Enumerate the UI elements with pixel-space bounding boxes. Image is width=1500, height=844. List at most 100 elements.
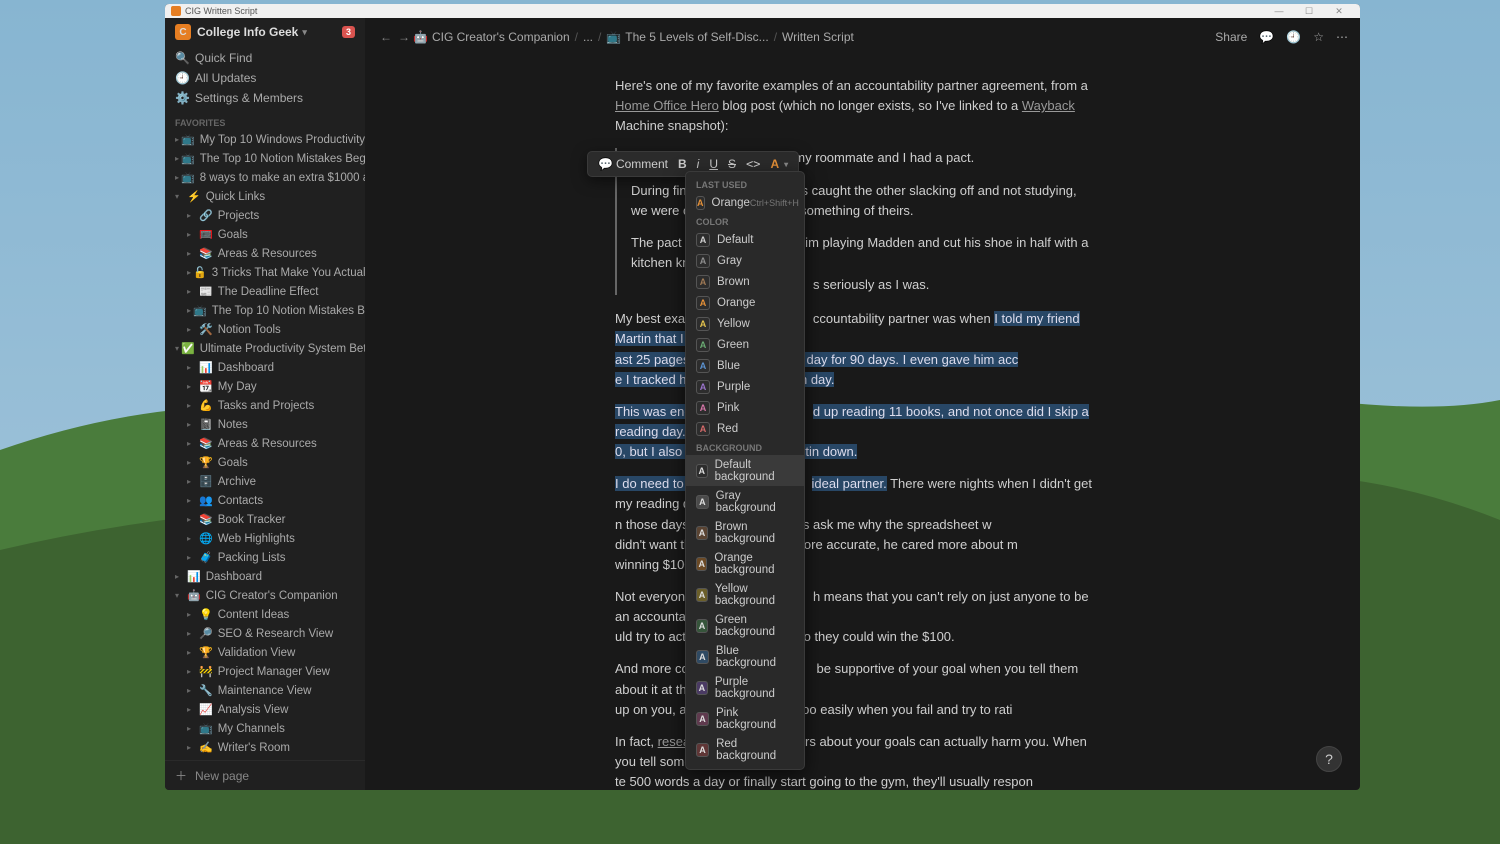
- toggle-icon[interactable]: ▸: [175, 154, 179, 163]
- sidebar-item[interactable]: ▸📊Dashboard: [165, 567, 365, 586]
- sidebar-item[interactable]: ▸🥅Goals: [165, 225, 365, 244]
- sidebar-item[interactable]: ▸📺The Top 10 Notion Mistakes Begin...: [165, 149, 365, 168]
- toggle-icon[interactable]: ▸: [175, 173, 179, 182]
- all-updates[interactable]: 🕘All Updates: [165, 68, 365, 88]
- sidebar-item[interactable]: ▸🌐Web Highlights: [165, 529, 365, 548]
- link[interactable]: Home Office Hero: [615, 98, 719, 113]
- color-option[interactable]: AGray background: [686, 486, 804, 517]
- toggle-icon[interactable]: ▸: [187, 211, 197, 220]
- toggle-icon[interactable]: ▸: [187, 648, 197, 657]
- nav-forward[interactable]: →: [395, 30, 413, 44]
- toggle-icon[interactable]: ▸: [187, 230, 197, 239]
- color-option[interactable]: ABlue background: [686, 641, 804, 672]
- toggle-icon[interactable]: ▸: [187, 382, 197, 391]
- toggle-icon[interactable]: ▸: [187, 401, 197, 410]
- toggle-icon[interactable]: ▸: [187, 306, 191, 315]
- toggle-icon[interactable]: ▾: [175, 591, 185, 600]
- sidebar-item[interactable]: ▸🔧Maintenance View: [165, 681, 365, 700]
- sidebar-item[interactable]: ▸✍️Writer's Room: [165, 738, 365, 757]
- toggle-icon[interactable]: ▸: [187, 268, 191, 277]
- sidebar-item[interactable]: ▸📚Book Tracker: [165, 510, 365, 529]
- breadcrumb-segment[interactable]: ...: [583, 30, 593, 44]
- color-option[interactable]: APink background: [686, 703, 804, 734]
- sidebar-item[interactable]: ▸📺My Top 10 Windows Productivity ...: [165, 130, 365, 149]
- color-option[interactable]: ARed: [686, 418, 804, 439]
- toggle-icon[interactable]: ▸: [187, 325, 197, 334]
- sidebar-item[interactable]: ▸📆My Day: [165, 377, 365, 396]
- sidebar-item[interactable]: ▸🔎SEO & Research View: [165, 624, 365, 643]
- toggle-icon[interactable]: ▾: [175, 344, 179, 353]
- breadcrumb-segment[interactable]: Written Script: [782, 30, 854, 44]
- toggle-icon[interactable]: ▸: [187, 420, 197, 429]
- sidebar-item[interactable]: ▸📚Areas & Resources: [165, 434, 365, 453]
- sidebar-item[interactable]: ▸📚Areas & Resources: [165, 244, 365, 263]
- editor-content[interactable]: Here's one of my favorite examples of an…: [365, 56, 1360, 790]
- sidebar-item[interactable]: ▸📈Analysis View: [165, 700, 365, 719]
- paragraph[interactable]: Here's one of my favorite examples of an…: [615, 76, 1095, 136]
- workspace-switcher[interactable]: C College Info Geek ▾ 3: [165, 18, 365, 46]
- sidebar-item[interactable]: ▾⚡Quick Links: [165, 187, 365, 206]
- toggle-icon[interactable]: ▸: [187, 439, 197, 448]
- comment-button[interactable]: 💬Comment: [593, 155, 673, 173]
- toggle-icon[interactable]: ▸: [175, 135, 179, 144]
- toggle-icon[interactable]: ▸: [187, 287, 197, 296]
- sidebar-item[interactable]: ▸📺8 ways to make an extra $1000 a ...: [165, 168, 365, 187]
- toggle-icon[interactable]: ▸: [187, 705, 197, 714]
- color-option[interactable]: AYellow background: [686, 579, 804, 610]
- quick-find[interactable]: 🔍Quick Find: [165, 48, 365, 68]
- color-option[interactable]: ABrown background: [686, 517, 804, 548]
- toggle-icon[interactable]: ▾: [175, 192, 185, 201]
- comments-icon[interactable]: 💬: [1259, 30, 1274, 44]
- breadcrumb-segment[interactable]: 🤖CIG Creator's Companion: [413, 30, 570, 44]
- color-option[interactable]: APurple background: [686, 672, 804, 703]
- sidebar-item[interactable]: ▸📺The Top 10 Notion Mistakes Be...: [165, 301, 365, 320]
- color-option[interactable]: APurple: [686, 376, 804, 397]
- sidebar-item[interactable]: ▸🔗Projects: [165, 206, 365, 225]
- toggle-icon[interactable]: ▸: [187, 610, 197, 619]
- toggle-icon[interactable]: ▸: [187, 496, 197, 505]
- nav-back[interactable]: ←: [377, 30, 395, 44]
- color-option[interactable]: ADefault: [686, 229, 804, 250]
- color-option[interactable]: AOrange background: [686, 548, 804, 579]
- minimize-button[interactable]: —: [1264, 6, 1294, 16]
- sidebar-item[interactable]: ▸🔓3 Tricks That Make You Actually...: [165, 263, 365, 282]
- color-option[interactable]: AGreen background: [686, 610, 804, 641]
- color-option[interactable]: ARed background: [686, 734, 804, 765]
- color-option[interactable]: ADefault background: [686, 455, 804, 486]
- toggle-icon[interactable]: ▸: [187, 686, 197, 695]
- sidebar-item[interactable]: ▸📺My Channels: [165, 719, 365, 738]
- toggle-icon[interactable]: ▸: [187, 553, 197, 562]
- new-page-button[interactable]: ＋New page: [165, 760, 365, 790]
- color-option[interactable]: ABrown: [686, 271, 804, 292]
- color-option[interactable]: AGreen: [686, 334, 804, 355]
- sidebar-item[interactable]: ▸💡Content Ideas: [165, 605, 365, 624]
- toggle-icon[interactable]: ▸: [187, 249, 197, 258]
- toggle-icon[interactable]: ▸: [187, 724, 197, 733]
- maximize-button[interactable]: ☐: [1294, 6, 1324, 17]
- sidebar-item[interactable]: ▸🛠️Notion Tools: [165, 320, 365, 339]
- sidebar-item[interactable]: ▸🧳Packing Lists: [165, 548, 365, 567]
- sidebar-item[interactable]: ▾🤖CIG Creator's Companion: [165, 586, 365, 605]
- color-option[interactable]: APink: [686, 397, 804, 418]
- toggle-icon[interactable]: ▸: [187, 477, 197, 486]
- sidebar-item[interactable]: ▸📰The Deadline Effect: [165, 282, 365, 301]
- toggle-icon[interactable]: ▸: [187, 515, 197, 524]
- more-icon[interactable]: ⋯: [1336, 30, 1348, 44]
- sidebar-item[interactable]: ▾✅Ultimate Productivity System Beta: [165, 339, 365, 358]
- color-option[interactable]: AOrange: [686, 292, 804, 313]
- sidebar-item[interactable]: ▸🏆Goals: [165, 453, 365, 472]
- sidebar-item[interactable]: ▸🏆Validation View: [165, 643, 365, 662]
- settings-members[interactable]: ⚙️Settings & Members: [165, 88, 365, 108]
- sidebar-item[interactable]: ▸👥Contacts: [165, 491, 365, 510]
- toggle-icon[interactable]: ▸: [187, 534, 197, 543]
- toggle-icon[interactable]: ▸: [187, 743, 197, 752]
- toggle-icon[interactable]: ▸: [187, 363, 197, 372]
- sidebar-item[interactable]: ▸📓Notes: [165, 415, 365, 434]
- sidebar-item[interactable]: ▸💪Tasks and Projects: [165, 396, 365, 415]
- color-option[interactable]: AGray: [686, 250, 804, 271]
- color-option[interactable]: AOrangeCtrl+Shift+H: [686, 192, 804, 213]
- color-option[interactable]: ABlue: [686, 355, 804, 376]
- toggle-icon[interactable]: ▸: [175, 572, 185, 581]
- toggle-icon[interactable]: ▸: [187, 629, 197, 638]
- sidebar-item[interactable]: ▸🚧Project Manager View: [165, 662, 365, 681]
